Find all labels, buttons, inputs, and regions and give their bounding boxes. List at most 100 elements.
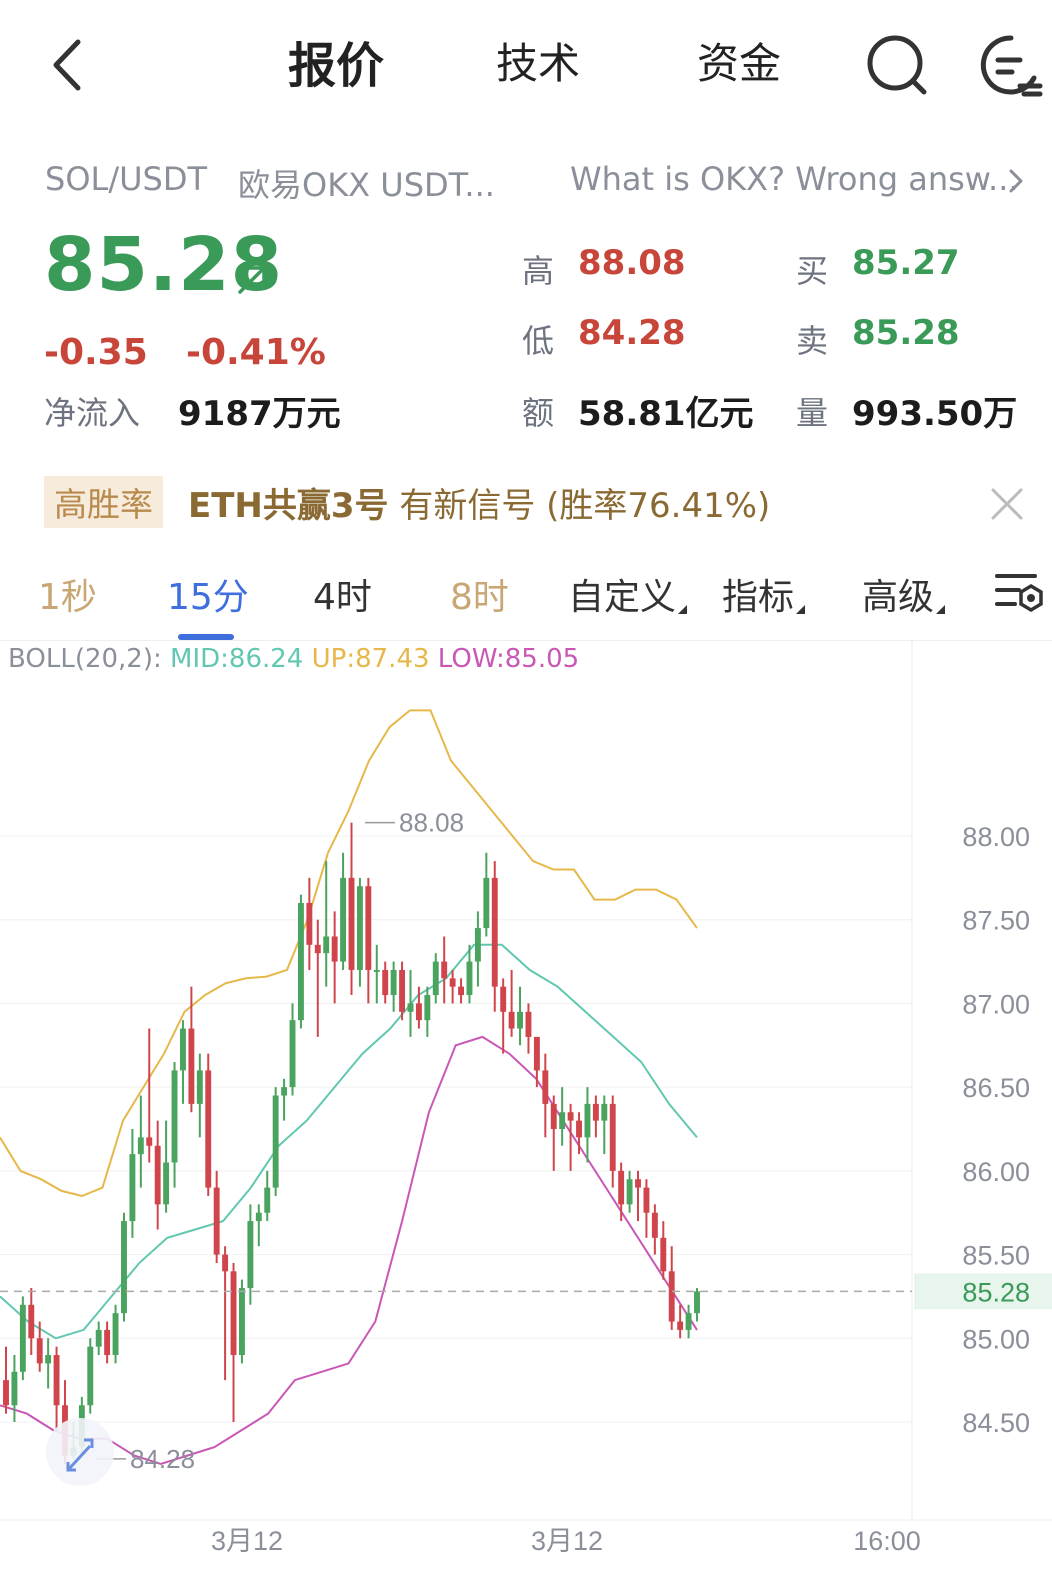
low-marker-label: 84.28 — [130, 1444, 195, 1474]
candle-body — [239, 1288, 245, 1356]
pair-info-row: SOL/USDT 欧易OKX USDT... What is OKX? Wron… — [45, 160, 1035, 204]
candle-body — [247, 1221, 254, 1289]
candle-body — [491, 877, 498, 987]
candle-body — [281, 1087, 288, 1096]
dropdown-caret-icon — [678, 605, 688, 614]
candle-body — [483, 877, 490, 929]
candle-body — [340, 877, 347, 962]
candle-body — [550, 1103, 557, 1129]
arrow-up-right-icon — [238, 266, 266, 294]
candle-body — [415, 1003, 422, 1021]
close-icon[interactable] — [985, 482, 1029, 526]
candle-body — [19, 1304, 26, 1372]
boll-prefix: BOLL(20,2): — [8, 644, 171, 674]
candle-body — [609, 1103, 616, 1171]
tab-technical[interactable]: 技术 — [496, 30, 580, 91]
candle-body — [618, 1170, 625, 1205]
interval-8h[interactable]: 8时 — [450, 568, 509, 620]
y-tick-label: 87.00 — [962, 989, 1030, 1019]
candle-body — [533, 1036, 540, 1071]
y-tick-label: 84.50 — [962, 1408, 1030, 1438]
high-marker-label: 88.08 — [399, 808, 464, 838]
ask-value: 85.28 — [852, 313, 960, 353]
price-change: -0.35 — [44, 332, 148, 373]
ad-link[interactable]: What is OKX? Wrong answ... — [570, 160, 1019, 198]
candle-body — [668, 1271, 675, 1322]
interval-4h[interactable]: 4时 — [313, 568, 372, 620]
candle-body — [188, 1028, 195, 1104]
candle-body — [449, 978, 456, 987]
signal-text: 有新信号 (胜率76.41%) — [399, 486, 771, 526]
candle-body — [180, 1028, 186, 1071]
interval-15m[interactable]: 15分 — [167, 568, 249, 620]
candle-body — [137, 1137, 144, 1155]
signal-banner[interactable]: ETH共赢3号 有新信号 (胜率76.41%) — [188, 478, 770, 527]
y-tick-label: 86.00 — [962, 1157, 1030, 1187]
tab-funds[interactable]: 资金 — [697, 30, 781, 91]
boll-mid: MID:86.24 — [170, 644, 304, 674]
high-winrate-tag: 高胜率 — [44, 476, 163, 528]
exchange-name[interactable]: 欧易OKX USDT... — [238, 160, 495, 206]
amount-label: 额 — [522, 394, 555, 432]
candle-body — [424, 995, 431, 1021]
x-tick-label: 3月12 — [531, 1526, 603, 1556]
candle-body — [222, 1254, 229, 1272]
candle-body — [28, 1304, 35, 1339]
candle-body — [45, 1355, 52, 1364]
candlestick-chart[interactable]: 88.00 87.50 87.00 86.50 86.00 85.50 85.00 84.50… — [0, 640, 1052, 1581]
candle-body — [323, 936, 330, 954]
dropdown-caret-icon — [936, 605, 946, 614]
candle-body — [651, 1212, 658, 1238]
search-icon[interactable] — [862, 30, 932, 100]
x-tick-label: 3月12 — [211, 1526, 283, 1556]
candle-body — [331, 936, 338, 962]
candle-body — [407, 1003, 414, 1012]
candle-body — [297, 902, 304, 1021]
x-tick-label: 16:00 — [853, 1526, 921, 1556]
boll-up: UP:87.43 — [311, 644, 430, 674]
candle-body — [584, 1103, 591, 1138]
candle-body — [306, 902, 313, 945]
y-tick-label: 88.00 — [962, 822, 1030, 852]
candle-body — [643, 1187, 650, 1213]
candle-body — [205, 1070, 212, 1188]
candle-body — [112, 1313, 119, 1356]
interval-custom[interactable]: 自定义 — [568, 568, 688, 620]
candle-body — [677, 1321, 684, 1330]
high-value: 88.08 — [578, 243, 686, 283]
chat-menu-icon[interactable] — [976, 30, 1046, 100]
pair-symbol[interactable]: SOL/USDT — [45, 160, 207, 198]
candle-body — [154, 1145, 161, 1205]
candle-body — [517, 1011, 523, 1029]
candle-body — [87, 1346, 94, 1406]
advanced-menu[interactable]: 高级 — [862, 568, 946, 620]
candle-body — [129, 1154, 136, 1222]
back-arrow-icon[interactable] — [40, 30, 100, 100]
y-tick-label: 85.50 — [962, 1241, 1030, 1271]
candle-body — [559, 1112, 566, 1129]
candle-body — [272, 1095, 279, 1188]
candle-body — [542, 1070, 549, 1104]
candle-body — [474, 928, 481, 962]
low-label: 低 — [522, 322, 555, 360]
candle-body — [382, 969, 389, 996]
candle-body — [53, 1355, 60, 1406]
candle-body — [694, 1291, 700, 1314]
expand-button — [46, 1418, 114, 1486]
candle-body — [458, 986, 464, 996]
advanced-menu-label: 高级 — [862, 577, 935, 618]
candle-body — [121, 1221, 127, 1314]
chart-settings-icon[interactable] — [995, 570, 1045, 614]
candle-body — [314, 944, 321, 954]
interval-1s[interactable]: 1秒 — [38, 568, 97, 620]
candle-body — [601, 1103, 608, 1121]
low-value: 84.28 — [578, 313, 686, 353]
chevron-right-icon[interactable] — [1003, 166, 1029, 196]
indicator-menu[interactable]: 指标 — [722, 568, 806, 620]
tab-quote[interactable]: 报价 — [288, 26, 384, 96]
boll-indicator-line: BOLL(20,2): MID:86.24 UP:87.43 LOW:85.05 — [8, 644, 579, 674]
candle-body — [660, 1237, 667, 1272]
candle-body — [171, 1070, 178, 1163]
candle-body — [163, 1162, 170, 1205]
candle-body — [432, 961, 439, 996]
